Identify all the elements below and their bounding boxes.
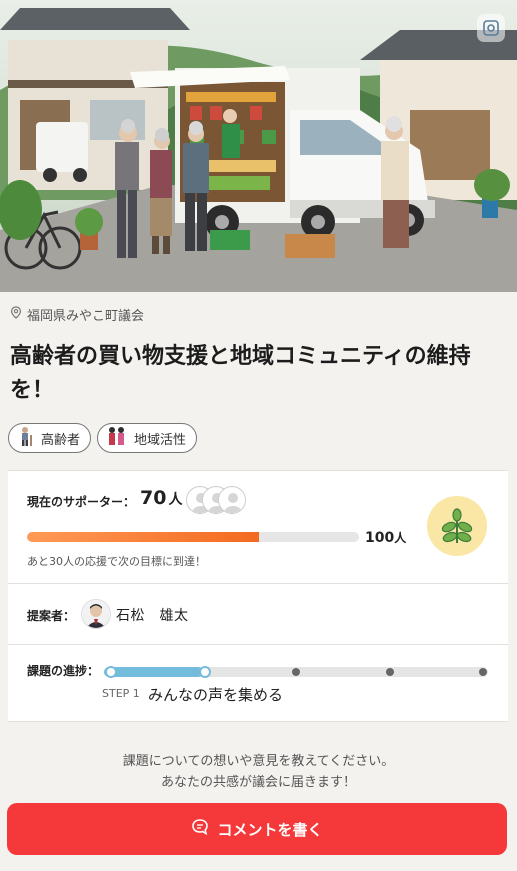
- step-dot: [105, 666, 117, 678]
- step-dot: [198, 666, 211, 678]
- hero-image: [0, 0, 517, 292]
- elderly-person-icon: [17, 426, 35, 450]
- step-dot: [292, 668, 300, 676]
- proposer-avatar[interactable]: [81, 599, 111, 629]
- tag-list: 高齢者 地域活性: [8, 423, 198, 453]
- proposer-section: 提案者： 石松 雄太: [8, 584, 508, 645]
- supporter-progress-bar: [27, 532, 359, 542]
- supporter-section: 現在のサポーター： 70 人 100人 あと30人の応援で次の目標に到達！: [8, 471, 508, 584]
- location-text: 福岡県みやこ町議会: [27, 309, 145, 324]
- chat-bubble-icon: [191, 818, 209, 840]
- supporter-count: 70 人: [140, 487, 183, 509]
- comment-prompt: 課題についての想いや意見を教えてください。 あなたの共感が議会に届きます！: [0, 751, 517, 793]
- step-track: [104, 666, 488, 678]
- plant-icon: [427, 496, 487, 556]
- avatar-placeholder-icon: [218, 486, 246, 514]
- step-name: みんなの声を集める: [148, 686, 284, 704]
- page-title: 高齢者の買い物支援と地域コミュニティの維持を！: [10, 344, 471, 403]
- pin-icon: [10, 306, 22, 323]
- step-dot: [479, 668, 487, 676]
- proposer-label: 提案者：: [27, 609, 76, 623]
- people-icon: [106, 426, 128, 450]
- tag-label: 高齢者: [41, 432, 81, 448]
- tag-community[interactable]: 地域活性: [97, 423, 198, 453]
- info-card: 現在のサポーター： 70 人 100人 あと30人の応援で次の目標に到達！ 提案者…: [8, 470, 508, 722]
- prompt-line: あなたの共感が議会に届きます！: [160, 775, 356, 790]
- image-expand-icon[interactable]: [477, 14, 505, 42]
- supporter-avatars: [186, 486, 246, 516]
- prompt-line: 課題についての想いや意見を教えてください。: [122, 754, 395, 769]
- write-comment-button[interactable]: コメントを書く: [7, 803, 507, 855]
- progress-label: 課題の進捗：: [27, 664, 100, 678]
- progress-section: 課題の進捗： STEP 1 みんなの声を集める: [8, 645, 508, 722]
- supporter-label: 現在のサポーター：: [27, 495, 136, 509]
- supporter-progress-fill: [27, 532, 260, 542]
- write-comment-label: コメントを書く: [217, 821, 323, 839]
- step-number: STEP 1: [102, 687, 140, 700]
- supporter-note: あと30人の応援で次の目標に到達！: [27, 555, 206, 568]
- tag-label: 地域活性: [134, 432, 187, 448]
- tag-elderly[interactable]: 高齢者: [8, 423, 92, 453]
- location: 福岡県みやこ町議会: [10, 305, 144, 324]
- proposer-name[interactable]: 石松 雄太: [116, 605, 189, 625]
- step-track-fill: [104, 667, 203, 677]
- supporter-goal: 100人: [365, 530, 407, 546]
- step-dot: [385, 668, 394, 676]
